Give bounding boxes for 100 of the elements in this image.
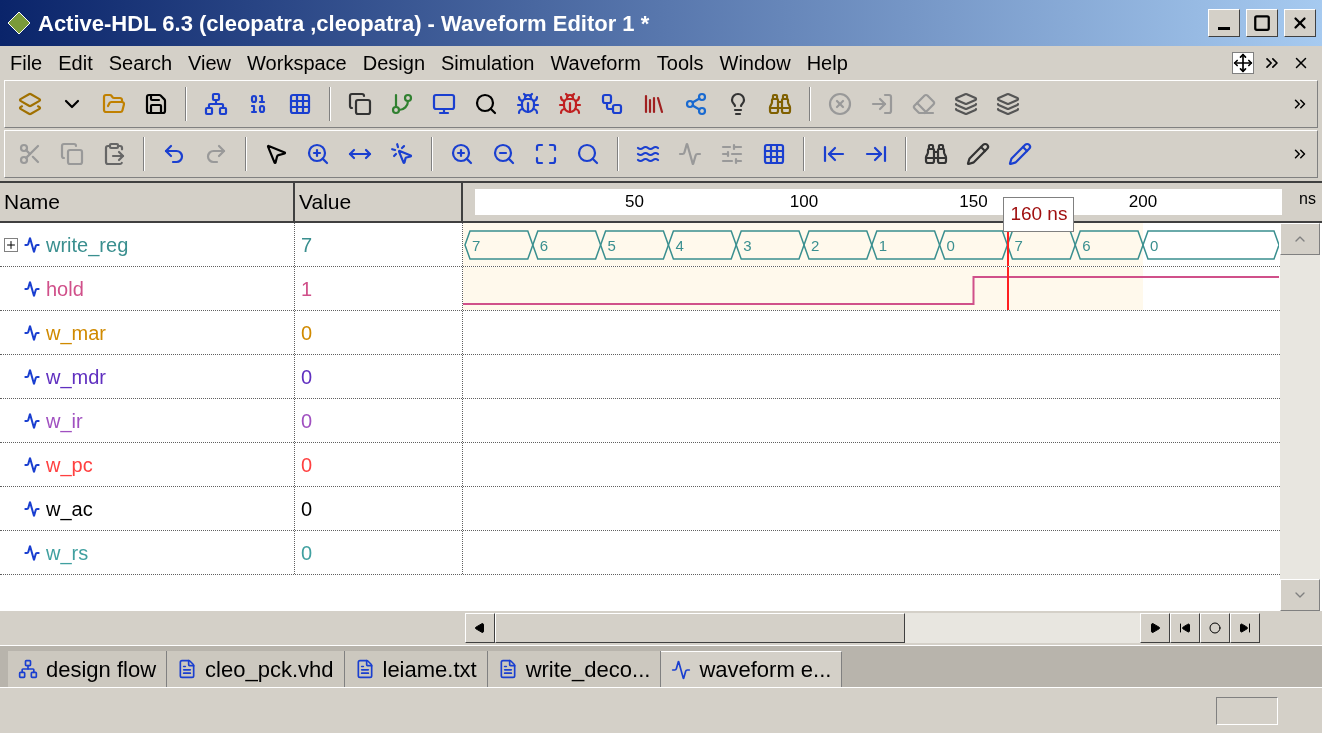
- menu-item[interactable]: Simulation: [433, 48, 543, 78]
- copy-icon: [60, 142, 84, 166]
- menu-item[interactable]: Help: [798, 48, 856, 78]
- zoom-out-icon: [492, 142, 516, 166]
- ruler-label: 100: [789, 191, 819, 213]
- scroll-right-icon: [1149, 622, 1161, 634]
- signal-icon: [24, 236, 40, 253]
- scroll-left-button[interactable]: [465, 613, 495, 643]
- grid-icon: [288, 92, 312, 116]
- scroll-down-button[interactable]: [1280, 579, 1320, 611]
- first-page-icon: [1179, 622, 1191, 634]
- signal-name-cell[interactable]: hold: [0, 267, 295, 310]
- hierarchy-icon: [204, 92, 228, 116]
- signal-icon: [24, 456, 40, 473]
- center-button[interactable]: [1200, 613, 1230, 643]
- signal-value: 7: [301, 232, 313, 258]
- window-title: Active-HDL 6.3 (cleopatra ,cleopatra) - Waveform Editor 1 *: [38, 9, 650, 38]
- signal-value: 0: [301, 408, 313, 434]
- signal-name-cell[interactable]: w_ac: [0, 487, 295, 530]
- undo-icon: [162, 142, 186, 166]
- menu-item[interactable]: Window: [711, 48, 799, 78]
- stack-icon: [996, 92, 1020, 116]
- signal-icon: [24, 500, 40, 517]
- flow-icon: [18, 659, 38, 679]
- select-icon: [390, 142, 414, 166]
- menu-item[interactable]: Workspace: [239, 48, 355, 78]
- column-header[interactable]: Name: [0, 183, 295, 221]
- expand-icon[interactable]: [4, 237, 18, 252]
- bus-value-segment: 0: [938, 229, 1009, 260]
- app-logo-icon: [6, 10, 32, 36]
- ruler-label: 200: [1128, 191, 1158, 213]
- pointer-icon: [264, 142, 288, 166]
- close-button[interactable]: [1284, 9, 1316, 37]
- scroll-right-button[interactable]: [1140, 613, 1170, 643]
- ruler-unit: ns: [1299, 189, 1316, 209]
- stop-icon: [828, 92, 852, 116]
- windows-icon: [348, 92, 372, 116]
- waveform-icon: [671, 659, 692, 680]
- debug-icon: [558, 92, 582, 116]
- bus-value-segment: 4: [667, 229, 737, 260]
- document-tab[interactable]: write_deco...: [487, 651, 662, 687]
- enter-icon: [870, 92, 894, 116]
- minimize-button[interactable]: [1208, 9, 1240, 37]
- flow-icon: [600, 92, 624, 116]
- document-tab[interactable]: leiame.txt: [344, 651, 488, 687]
- last-page-button[interactable]: [1230, 613, 1260, 643]
- menu-item[interactable]: Design: [354, 48, 433, 78]
- cursor-time-label: 160 ns: [1003, 197, 1075, 232]
- zoom-icon: [306, 142, 330, 166]
- bus-icon: [720, 142, 744, 166]
- horizontal-scrollbar[interactable]: [465, 613, 1140, 643]
- signal-name: w_ac: [46, 496, 93, 523]
- bus-value-segment: 6: [532, 229, 602, 260]
- menu-item[interactable]: Search: [100, 48, 181, 78]
- document-tab[interactable]: cleo_pck.vhd: [167, 651, 345, 687]
- signal-name: w_pc: [46, 452, 93, 479]
- move-icon[interactable]: [1232, 52, 1254, 74]
- diagram-icon: [684, 92, 708, 116]
- signal-name-cell[interactable]: write_reg: [0, 223, 295, 266]
- first-page-button[interactable]: [1170, 613, 1200, 643]
- zoom-in-icon: [450, 142, 474, 166]
- close-icon: [1291, 14, 1309, 32]
- menu-item[interactable]: Edit: [50, 48, 101, 78]
- signal-value: 1: [301, 276, 313, 302]
- menu-item[interactable]: Tools: [648, 48, 712, 78]
- find-icon: [768, 92, 792, 116]
- signal-icon: [24, 280, 40, 297]
- ruler-label: 50: [625, 191, 644, 213]
- vertical-scrollbar[interactable]: [1280, 223, 1320, 611]
- paste-icon: [102, 142, 126, 166]
- monitor-icon: [432, 92, 456, 116]
- bus-value-segment: 3: [735, 229, 805, 260]
- scroll-up-button[interactable]: [1280, 223, 1320, 255]
- signal-icon: [24, 368, 40, 385]
- edit-icon: [966, 142, 990, 166]
- marker-icon: [1008, 142, 1032, 166]
- bus-value-segment: 6: [1074, 229, 1144, 260]
- signal-name: w_mar: [46, 320, 106, 347]
- left-arrow-icon: [474, 622, 486, 634]
- bus-value-segment: 0: [1142, 229, 1279, 260]
- signal-name-cell[interactable]: w_ir: [0, 399, 295, 442]
- signal-name: w_rs: [46, 540, 89, 567]
- signal-name-cell[interactable]: w_mdr: [0, 355, 295, 398]
- bus-value-segment: 2: [803, 229, 873, 260]
- menu-item[interactable]: Waveform: [542, 48, 649, 78]
- bus-value-segment: 7: [464, 229, 534, 260]
- document-tab[interactable]: waveform e...: [661, 651, 843, 687]
- maximize-button[interactable]: [1246, 9, 1278, 37]
- menu-item[interactable]: View: [180, 48, 240, 78]
- menu-item[interactable]: File: [2, 48, 51, 78]
- minimize-icon: [1218, 27, 1230, 30]
- last-page-icon: [1239, 622, 1251, 634]
- status-panel: [1216, 696, 1278, 725]
- signal-name: write_reg: [46, 232, 129, 259]
- signal-value: 0: [301, 452, 313, 478]
- scroll-thumb[interactable]: [495, 613, 905, 643]
- signal-name: w_mdr: [46, 364, 106, 391]
- cut-icon: [18, 142, 42, 166]
- document-tab[interactable]: design flow: [8, 651, 168, 687]
- signal-icon: [24, 324, 40, 341]
